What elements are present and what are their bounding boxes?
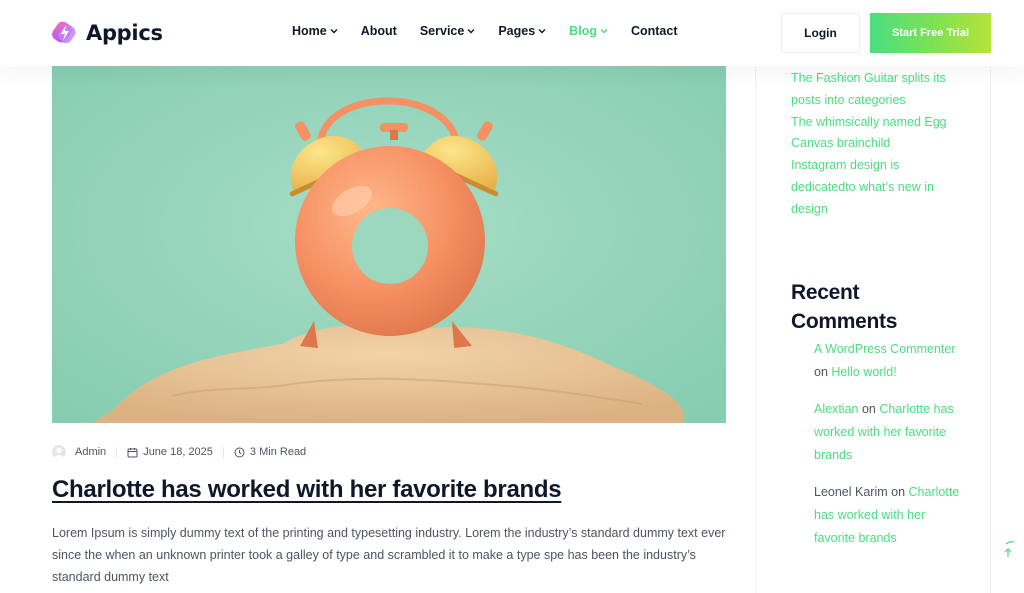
comment-author-name: Leonel Karim — [814, 485, 888, 499]
logo-icon — [52, 21, 76, 44]
post-featured-image[interactable] — [52, 66, 726, 423]
nav-service[interactable]: Service — [420, 24, 475, 38]
chevron-down-icon — [330, 29, 338, 34]
recent-post-link[interactable]: The whimsically named Egg Canvas brainch… — [791, 112, 966, 156]
nav-service-label: Service — [419, 24, 465, 38]
nav-blog-label: Blog — [569, 24, 597, 38]
avatar — [52, 445, 66, 459]
nav-home[interactable]: Home — [292, 24, 338, 38]
start-free-trial-button[interactable]: Start Free Trial — [870, 13, 991, 53]
nav-blog[interactable]: Blog — [569, 24, 608, 38]
recent-comments-list: A WordPress Commenter on Hello world! Al… — [814, 338, 964, 564]
post-date: June 18, 2025 — [127, 446, 213, 458]
post-author[interactable]: Admin — [52, 445, 106, 459]
comment-item: Leonel Karim on Charlotte has worked wit… — [814, 481, 964, 550]
nav-contact-label: Contact — [630, 24, 678, 38]
post-excerpt: Lorem Ipsum is simply dummy text of the … — [52, 526, 726, 584]
meta-divider — [222, 446, 224, 458]
chevron-down-icon — [467, 29, 475, 34]
recent-posts-list: The Fashion Guitar splits its posts into… — [791, 68, 966, 221]
comment-item: Alextian on Charlotte has worked with he… — [814, 398, 964, 467]
comment-on-text: on — [891, 485, 906, 499]
nav-contact[interactable]: Contact — [631, 24, 678, 38]
nav-pages[interactable]: Pages — [498, 24, 546, 38]
comment-on-text: on — [814, 365, 828, 379]
post-author-name: Admin — [75, 446, 107, 458]
site-header: Appics Home About Service Pages Blog Con… — [0, 0, 1024, 66]
brand-name: Appics — [86, 21, 163, 45]
post-read-time: 3 Min Read — [234, 446, 306, 458]
nav-about[interactable]: About — [361, 24, 397, 38]
nav-about-label: About — [360, 24, 397, 38]
post-title[interactable]: Charlotte has worked with her favorite b… — [52, 476, 562, 504]
comment-on-text: on — [861, 402, 876, 416]
post-date-text: June 18, 2025 — [143, 446, 213, 458]
clock-icon — [234, 447, 245, 457]
comment-author-link[interactable]: A WordPress Commenter — [814, 342, 955, 356]
logo[interactable]: Appics — [52, 19, 163, 47]
recent-post-link[interactable]: Instagram design is dedicatedto what’s n… — [791, 155, 966, 220]
nav-home-label: Home — [292, 24, 327, 38]
chevron-down-icon — [600, 29, 608, 34]
post-meta: Admin June 18, 2025 3 Min Read — [52, 445, 306, 459]
meta-divider — [116, 446, 118, 458]
recent-comments-title: Recent Comments — [791, 281, 898, 333]
recent-post-link[interactable]: The Fashion Guitar splits its posts into… — [791, 68, 966, 112]
post-read-time-text: 3 Min Read — [249, 446, 307, 458]
main-nav: Home About Service Pages Blog Contact — [292, 24, 700, 38]
alarm-clock-illustration — [52, 66, 726, 423]
nav-pages-label: Pages — [498, 24, 536, 38]
comment-author-link[interactable]: Alextian — [814, 402, 858, 416]
login-button[interactable]: Login — [781, 13, 860, 53]
scroll-to-top-icon[interactable] — [998, 540, 1018, 562]
comment-post-link[interactable]: Hello world! — [831, 365, 896, 379]
comment-item: A WordPress Commenter on Hello world! — [814, 338, 964, 384]
calendar-icon — [127, 447, 138, 457]
chevron-down-icon — [538, 29, 546, 34]
